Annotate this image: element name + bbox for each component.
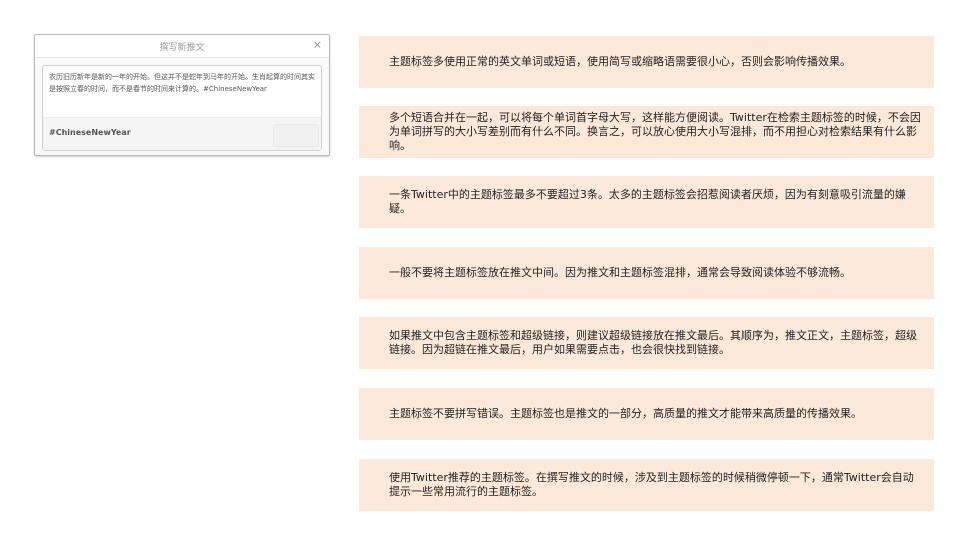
tip-card: 主题标签多使用正常的英文单词或短语，使用简写或缩略语需要很小心，否则会影响传播效…	[359, 36, 934, 88]
tip-text: 一条Twitter中的主题标签最多不要超过3条。太多的主题标签会招惹阅读者厌烦，…	[389, 188, 906, 215]
tip-card: 如果推文中包含主题标签和超级链接，则建议超级链接放在推文最后。其顺序为，推文正文…	[359, 317, 934, 369]
tip-card: 主题标签不要拼写错误。主题标签也是推文的一部分，高质量的推文才能带来高质量的传播…	[359, 388, 934, 440]
tweet-footer: #ChineseNewYear 发推	[43, 117, 321, 150]
hashtag-text: #ChineseNewYear	[49, 128, 131, 137]
tip-text: 主题标签不要拼写错误。主题标签也是推文的一部分，高质量的推文才能带来高质量的传播…	[389, 407, 862, 420]
tip-text: 如果推文中包含主题标签和超级链接，则建议超级链接放在推文最后。其顺序为，推文正文…	[389, 329, 917, 356]
tip-text: 主题标签多使用正常的英文单词或短语，使用简写或缩略语需要很小心，否则会影响传播效…	[389, 55, 851, 68]
tip-card: 使用Twitter推荐的主题标签。在撰写推文的时候，涉及到主题标签的时候稍微停顿…	[359, 459, 934, 511]
dialog-header: 撰写新推文 ×	[35, 35, 329, 58]
tip-text: 多个短语合并在一起，可以将每个单词首字母大写，这样能方便阅读。Twitter在检…	[389, 111, 921, 152]
tweet-button[interactable]: 发推	[273, 124, 319, 148]
dialog-title: 撰写新推文	[159, 43, 205, 53]
compose-tweet-dialog: 撰写新推文 × 农历旧历新年是新的一年的开始。但这并不是蛇年到马年的开始。生肖起…	[34, 34, 330, 156]
tweet-text: 农历旧历新年是新的一年的开始。但这并不是蛇年到马年的开始。生肖起算的时间其实是按…	[49, 73, 315, 93]
tip-text: 一般不要将主题标签放在推文中间。因为推文和主题标签混排，通常会导致阅读体验不够流…	[389, 266, 851, 279]
tweet-textarea[interactable]: 农历旧历新年是新的一年的开始。但这并不是蛇年到马年的开始。生肖起算的时间其实是按…	[42, 65, 322, 151]
close-icon[interactable]: ×	[313, 38, 322, 52]
tip-card: 多个短语合并在一起，可以将每个单词首字母大写，这样能方便阅读。Twitter在检…	[359, 106, 934, 158]
tip-text: 使用Twitter推荐的主题标签。在撰写推文的时候，涉及到主题标签的时候稍微停顿…	[389, 471, 914, 498]
tip-card: 一般不要将主题标签放在推文中间。因为推文和主题标签混排，通常会导致阅读体验不够流…	[359, 247, 934, 299]
tip-card: 一条Twitter中的主题标签最多不要超过3条。太多的主题标签会招惹阅读者厌烦，…	[359, 176, 934, 228]
